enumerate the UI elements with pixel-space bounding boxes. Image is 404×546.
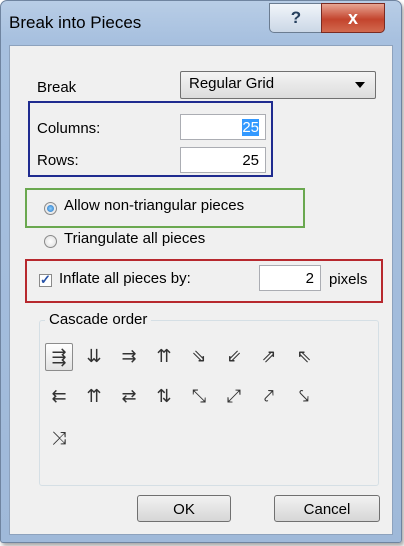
cascade-order-button-4[interactable]: ⇈ bbox=[150, 343, 178, 371]
rows-input-value: 25 bbox=[242, 152, 259, 169]
triangulate-radio[interactable] bbox=[44, 235, 57, 248]
cascade-order-title: Cascade order bbox=[45, 311, 152, 328]
allow-nontriangular-radio[interactable] bbox=[44, 202, 57, 215]
help-icon: ? bbox=[290, 8, 302, 27]
columns-input-value: 25 bbox=[242, 119, 259, 136]
cascade-order-button-15[interactable]: ⤤ bbox=[255, 383, 283, 411]
cascade-order-button-8[interactable]: ⇖ bbox=[290, 343, 318, 371]
cascade-order-button-5[interactable]: ⇘ bbox=[185, 343, 213, 371]
cancel-button[interactable]: Cancel bbox=[274, 495, 380, 522]
break-dropdown-value: Regular Grid bbox=[189, 75, 275, 92]
cascade-order-button-6[interactable]: ⇙ bbox=[220, 343, 248, 371]
cascade-order-button-7[interactable]: ⇗ bbox=[255, 343, 283, 371]
rows-input[interactable]: 25 bbox=[180, 147, 266, 173]
cascade-order-button-14[interactable]: ⤢ bbox=[220, 383, 248, 411]
chevron-down-icon bbox=[355, 82, 365, 88]
help-button[interactable]: ? bbox=[269, 3, 323, 33]
cascade-order-button-10[interactable]: ⇈ bbox=[80, 383, 108, 411]
cascade-order-button-1[interactable]: ⇶ bbox=[45, 343, 73, 371]
cascade-order-button-2[interactable]: ⇊ bbox=[80, 343, 108, 371]
window-title: Break into Pieces bbox=[9, 13, 142, 32]
columns-label: Columns: bbox=[37, 120, 101, 137]
close-button[interactable]: x bbox=[321, 3, 385, 33]
dialog-window: Break into Pieces ? x Break Regular Grid… bbox=[0, 0, 402, 543]
cascade-order-button-11[interactable]: ⇄ bbox=[115, 383, 143, 411]
cascade-order-button-16[interactable]: ⤥ bbox=[290, 383, 318, 411]
allow-nontriangular-label[interactable]: Allow non-triangular pieces bbox=[64, 197, 244, 214]
cascade-order-button-12[interactable]: ⇅ bbox=[150, 383, 178, 411]
triangulate-label[interactable]: Triangulate all pieces bbox=[64, 230, 205, 247]
break-label: Break bbox=[37, 79, 77, 96]
cascade-order-button-3[interactable]: ⇉ bbox=[115, 343, 143, 371]
inflate-input[interactable]: 2 bbox=[259, 265, 321, 291]
cascade-order-button-13[interactable]: ⤡ bbox=[185, 383, 213, 411]
check-icon: ✓ bbox=[40, 272, 51, 287]
break-dropdown[interactable]: Regular Grid bbox=[180, 71, 376, 99]
cascade-order-button-9[interactable]: ⇇ bbox=[45, 383, 73, 411]
cascade-order-button-17[interactable]: ⤨ bbox=[45, 425, 73, 453]
title-bar[interactable]: Break into Pieces ? x bbox=[1, 1, 401, 45]
inflate-label[interactable]: Inflate all pieces by: bbox=[59, 270, 191, 287]
columns-input[interactable]: 25 bbox=[180, 114, 266, 140]
rows-label: Rows: bbox=[37, 152, 79, 169]
inflate-input-value: 2 bbox=[305, 270, 314, 287]
inflate-checkbox[interactable]: ✓ bbox=[39, 272, 52, 287]
inflate-unit-label: pixels bbox=[329, 271, 368, 288]
ok-button[interactable]: OK bbox=[137, 495, 231, 522]
close-icon: x bbox=[347, 8, 358, 28]
